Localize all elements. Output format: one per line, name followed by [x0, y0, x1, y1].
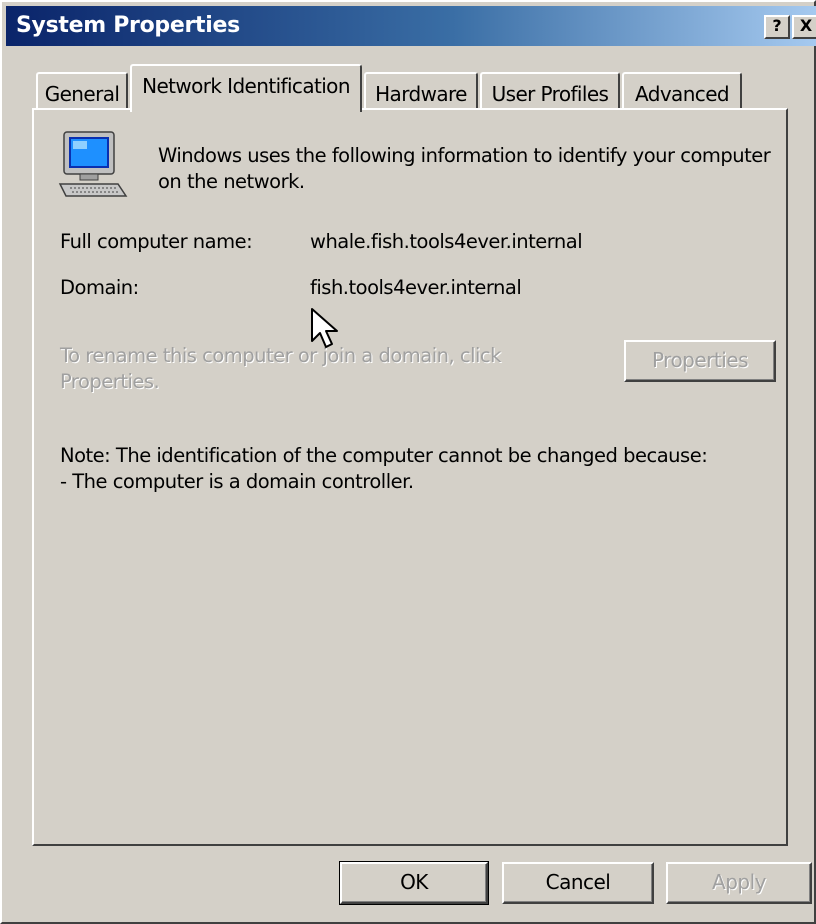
tab-hardware[interactable]: Hardware	[364, 72, 478, 110]
tab-strip: General Network Identification Hardware …	[32, 64, 792, 112]
tab-label: Hardware	[375, 82, 467, 106]
tab-label: Network Identification	[142, 74, 350, 98]
network-identification-panel: Windows uses the following information t…	[32, 108, 788, 846]
title-bar[interactable]: System Properties ? X	[6, 6, 816, 46]
tab-user-profiles[interactable]: User Profiles	[480, 72, 620, 110]
full-computer-name-label: Full computer name:	[60, 230, 253, 253]
window-title: System Properties	[16, 13, 240, 38]
note-text-line-1: Note: The identification of the computer…	[60, 444, 708, 467]
domain-label: Domain:	[60, 276, 139, 299]
tab-network-identification[interactable]: Network Identification	[130, 64, 362, 112]
mouse-cursor-icon	[311, 308, 338, 348]
rename-text-line-1: To rename this computer or join a domain…	[60, 344, 501, 367]
tab-general[interactable]: General	[36, 72, 128, 110]
tab-label: General	[44, 82, 120, 106]
help-icon: ?	[772, 16, 782, 35]
tab-label: Advanced	[635, 82, 730, 106]
note-text-line-2: - The computer is a domain controller.	[60, 470, 414, 493]
properties-button[interactable]: Properties	[624, 340, 776, 382]
close-button[interactable]: X	[792, 15, 816, 39]
intro-text-line-2: on the network.	[158, 170, 305, 193]
cancel-button[interactable]: Cancel	[502, 862, 654, 904]
domain-value: fish.tools4ever.internal	[310, 276, 522, 299]
system-properties-window: System Properties ? X General Network Id…	[0, 0, 816, 924]
tab-label: User Profiles	[491, 82, 609, 106]
intro-text-line-1: Windows uses the following information t…	[158, 144, 771, 167]
computer-icon	[58, 131, 128, 197]
full-computer-name-value: whale.fish.tools4ever.internal	[310, 230, 583, 253]
ok-button[interactable]: OK	[339, 861, 489, 905]
close-icon: X	[799, 16, 813, 35]
apply-button[interactable]: Apply	[666, 862, 812, 904]
help-button[interactable]: ?	[764, 15, 790, 39]
tab-advanced[interactable]: Advanced	[622, 72, 742, 110]
rename-text-line-2: Properties.	[60, 370, 160, 393]
